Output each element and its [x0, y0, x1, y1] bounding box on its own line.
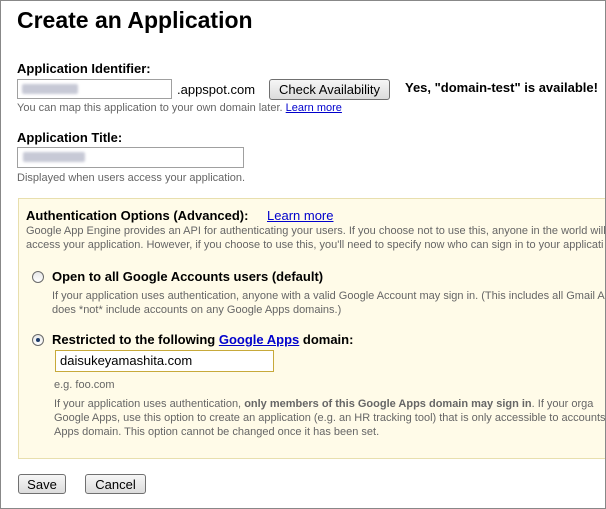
identifier-input[interactable] — [17, 79, 172, 99]
restricted-desc-tail: . If your orga — [531, 398, 594, 410]
app-title-input[interactable] — [17, 147, 244, 168]
restricted-description-line-2: Google Apps, use this option to create a… — [54, 412, 606, 424]
identifier-help: You can map this application to your own… — [17, 102, 342, 114]
identifier-help-text: You can map this application to your own… — [17, 102, 283, 114]
check-availability-button[interactable]: Check Availability — [269, 79, 390, 100]
availability-message: Yes, "domain-test" is available! — [405, 80, 598, 95]
app-title-help: Displayed when users access your applica… — [17, 172, 246, 184]
open-access-description-line-1: If your application uses authentication,… — [52, 290, 606, 302]
domain-example: e.g. foo.com — [54, 379, 115, 391]
restricted-desc-bold: only members of this Google Apps domain … — [244, 398, 532, 410]
app-title-blurred-value — [23, 152, 85, 162]
restricted-label-suffix: domain: — [302, 332, 354, 347]
restricted-domain-label[interactable]: Restricted to the following Google Apps … — [52, 332, 353, 347]
authentication-options-panel: Authentication Options (Advanced): Learn… — [18, 198, 606, 459]
create-application-form: Create an Application Application Identi… — [0, 0, 606, 509]
radio-selected-dot — [36, 338, 40, 342]
restricted-description-line-1: If your application uses authentication,… — [54, 398, 593, 410]
restricted-label-text: Restricted to the following — [52, 332, 216, 347]
appspot-suffix: .appspot.com — [177, 82, 256, 97]
restricted-desc-text: If your application uses authentication, — [54, 398, 242, 410]
open-access-description-line-2: does *not* include accounts on any Googl… — [52, 304, 342, 316]
restricted-domain-radio[interactable] — [32, 334, 44, 346]
google-apps-link[interactable]: Google Apps — [219, 332, 299, 347]
restricted-description-line-3: Apps domain. This option cannot be chang… — [54, 426, 380, 438]
cancel-button[interactable]: Cancel — [85, 474, 146, 494]
save-button[interactable]: Save — [18, 474, 66, 494]
identifier-label: Application Identifier: — [17, 61, 151, 76]
app-title-label: Application Title: — [17, 130, 123, 145]
open-access-radio[interactable] — [32, 271, 44, 283]
domain-input[interactable]: daisukeyamashita.com — [55, 350, 274, 372]
page-title: Create an Application — [17, 7, 253, 33]
auth-description-line-2: access your application. However, if you… — [26, 239, 604, 251]
open-access-label[interactable]: Open to all Google Accounts users (defau… — [52, 269, 323, 284]
identifier-blurred-value — [22, 84, 78, 94]
auth-heading: Authentication Options (Advanced): — [26, 208, 249, 223]
auth-learn-more-link[interactable]: Learn more — [267, 208, 333, 223]
auth-description-line-1: Google App Engine provides an API for au… — [26, 225, 606, 237]
identifier-learn-more-link[interactable]: Learn more — [286, 102, 342, 114]
